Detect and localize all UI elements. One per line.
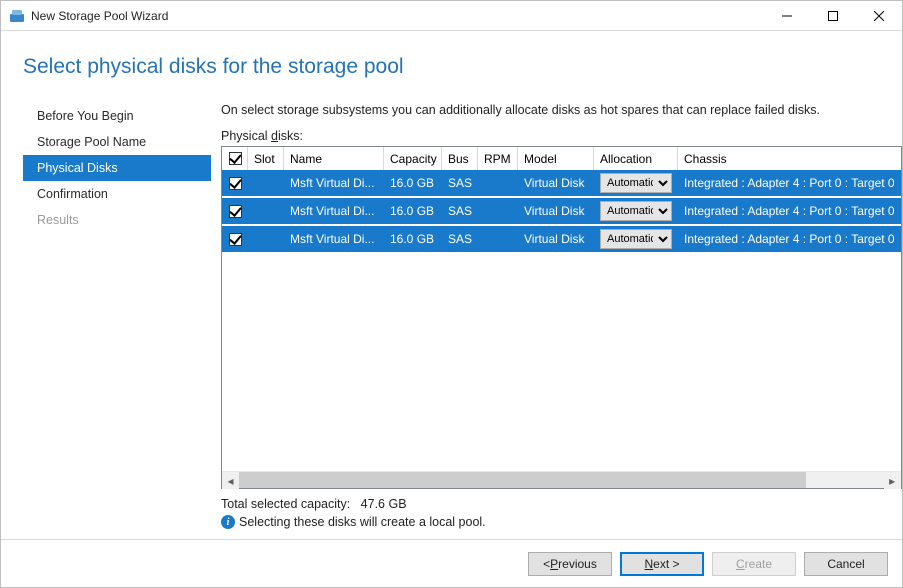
step-storage-pool-name[interactable]: Storage Pool Name	[23, 129, 211, 155]
next-button[interactable]: Next >	[620, 552, 704, 576]
cell-model: Virtual Disk	[518, 198, 594, 224]
cell-slot	[248, 198, 284, 224]
scroll-right-icon[interactable]: ▸	[884, 472, 901, 489]
info-icon: i	[221, 515, 235, 529]
window-title: New Storage Pool Wizard	[31, 9, 168, 23]
header-chassis[interactable]: Chassis	[678, 147, 901, 170]
cell-chassis: Integrated : Adapter 4 : Port 0 : Target…	[678, 198, 901, 224]
content-area: Select physical disks for the storage po…	[1, 31, 902, 529]
cell-bus: SAS	[442, 170, 478, 196]
table-label: Physical disks:	[221, 129, 902, 143]
scroll-thumb[interactable]	[239, 472, 806, 488]
header-allocation[interactable]: Allocation	[594, 147, 678, 170]
header-bus[interactable]: Bus	[442, 147, 478, 170]
maximize-button[interactable]	[810, 1, 856, 31]
info-message: i Selecting these disks will create a lo…	[221, 515, 902, 529]
row-checkbox[interactable]	[229, 205, 242, 218]
body: Before You Begin Storage Pool Name Physi…	[23, 103, 880, 529]
cell-bus: SAS	[442, 198, 478, 224]
table-body: Msft Virtual Di... 16.0 GB SAS Virtual D…	[222, 170, 901, 471]
close-button[interactable]	[856, 1, 902, 31]
step-physical-disks[interactable]: Physical Disks	[23, 155, 211, 181]
header-model[interactable]: Model	[518, 147, 594, 170]
cell-bus: SAS	[442, 226, 478, 252]
table-row[interactable]: Msft Virtual Di... 16.0 GB SAS Virtual D…	[222, 198, 901, 226]
header-select-all[interactable]	[222, 147, 248, 170]
row-checkbox[interactable]	[229, 177, 242, 190]
wizard-steps: Before You Begin Storage Pool Name Physi…	[23, 103, 211, 529]
cell-chassis: Integrated : Adapter 4 : Port 0 : Target…	[678, 170, 901, 196]
header-rpm[interactable]: RPM	[478, 147, 518, 170]
previous-button[interactable]: < Previous	[528, 552, 612, 576]
cell-model: Virtual Disk	[518, 226, 594, 252]
titlebar: New Storage Pool Wizard	[1, 1, 902, 31]
header-capacity[interactable]: Capacity	[384, 147, 442, 170]
cell-slot	[248, 226, 284, 252]
instruction-text: On select storage subsystems you can add…	[221, 103, 902, 117]
cell-name: Msft Virtual Di...	[284, 170, 384, 196]
cancel-button[interactable]: Cancel	[804, 552, 888, 576]
cell-rpm	[478, 226, 518, 252]
header-name[interactable]: Name	[284, 147, 384, 170]
scroll-track[interactable]	[239, 472, 884, 488]
create-button: Create	[712, 552, 796, 576]
minimize-button[interactable]	[764, 1, 810, 31]
cell-name: Msft Virtual Di...	[284, 198, 384, 224]
step-before-you-begin[interactable]: Before You Begin	[23, 103, 211, 129]
step-confirmation[interactable]: Confirmation	[23, 181, 211, 207]
cell-model: Virtual Disk	[518, 170, 594, 196]
select-all-checkbox[interactable]	[229, 152, 242, 165]
table-row[interactable]: Msft Virtual Di... 16.0 GB SAS Virtual D…	[222, 170, 901, 198]
cell-rpm	[478, 198, 518, 224]
cell-slot	[248, 170, 284, 196]
physical-disks-table: Slot Name Capacity Bus RPM Model Allocat…	[221, 146, 902, 489]
app-icon	[9, 8, 25, 24]
step-results: Results	[23, 207, 211, 233]
allocation-dropdown[interactable]: Automatic	[600, 229, 672, 249]
cell-rpm	[478, 170, 518, 196]
horizontal-scrollbar[interactable]: ◂ ▸	[222, 471, 901, 488]
table-header: Slot Name Capacity Bus RPM Model Allocat…	[222, 147, 901, 170]
cell-capacity: 16.0 GB	[384, 170, 442, 196]
page-title: Select physical disks for the storage po…	[23, 55, 880, 79]
cell-name: Msft Virtual Di...	[284, 226, 384, 252]
wizard-window: New Storage Pool Wizard Select physical …	[0, 0, 903, 588]
cell-capacity: 16.0 GB	[384, 198, 442, 224]
scroll-left-icon[interactable]: ◂	[222, 472, 239, 489]
footer: < Previous Next > Create Cancel	[1, 539, 902, 587]
allocation-dropdown[interactable]: Automatic	[600, 173, 672, 193]
total-capacity: Total selected capacity: 47.6 GB	[221, 497, 902, 511]
header-slot[interactable]: Slot	[248, 147, 284, 170]
row-checkbox[interactable]	[229, 233, 242, 246]
cell-chassis: Integrated : Adapter 4 : Port 0 : Target…	[678, 226, 901, 252]
allocation-dropdown[interactable]: Automatic	[600, 201, 672, 221]
cell-capacity: 16.0 GB	[384, 226, 442, 252]
main-panel: On select storage subsystems you can add…	[211, 103, 902, 529]
table-row[interactable]: Msft Virtual Di... 16.0 GB SAS Virtual D…	[222, 226, 901, 254]
